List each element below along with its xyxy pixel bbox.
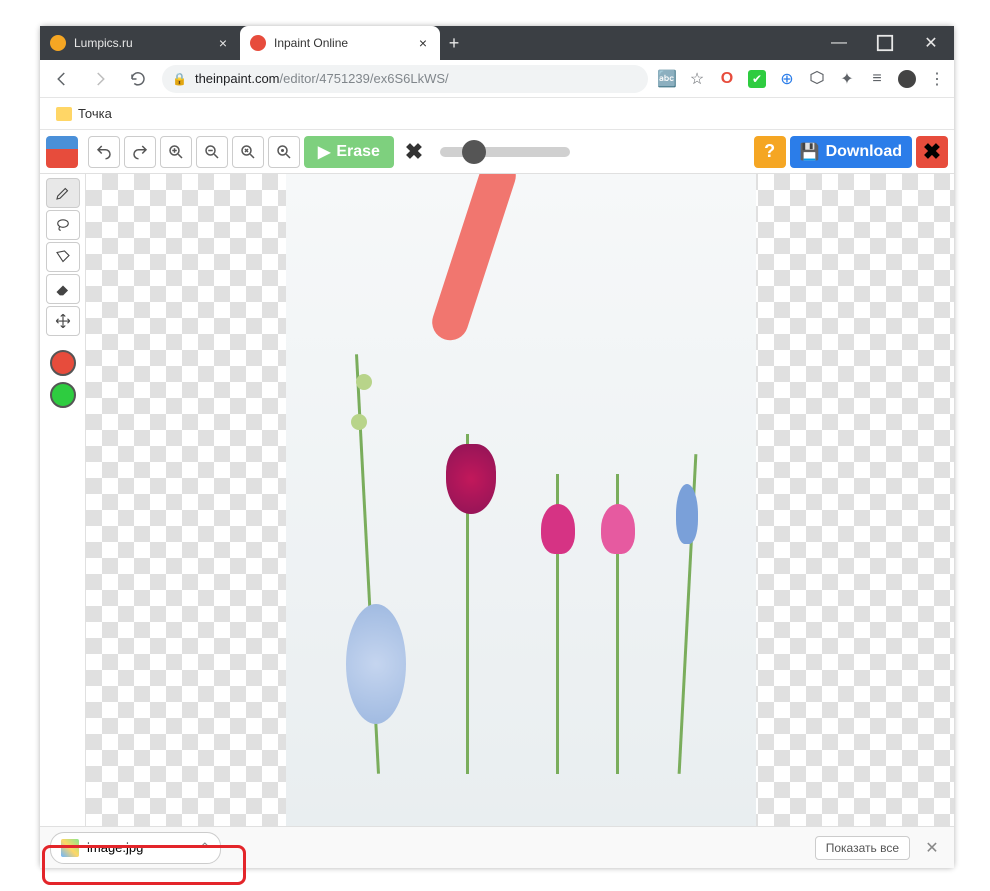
reload-button[interactable]: [124, 65, 152, 93]
bookmark-item[interactable]: Точка: [50, 102, 118, 125]
bookmark-label: Точка: [78, 106, 112, 121]
window-controls: — ✕: [816, 26, 954, 60]
favicon-icon: [250, 35, 266, 51]
cancel-button[interactable]: ✖: [398, 136, 430, 168]
mask-stroke: [428, 174, 521, 345]
marker-tool[interactable]: [46, 178, 80, 208]
undo-button[interactable]: [88, 136, 120, 168]
avatar-icon[interactable]: [898, 70, 916, 88]
forward-button[interactable]: [86, 65, 114, 93]
url-text: theinpaint.com/editor/4751239/ex6S6LkWS/: [195, 71, 449, 86]
polygon-tool[interactable]: [46, 242, 80, 272]
tab-title: Inpaint Online: [274, 36, 408, 50]
download-label: Download: [826, 143, 902, 161]
new-tab-button[interactable]: +: [440, 26, 468, 60]
puzzle-icon[interactable]: ✦: [838, 70, 856, 88]
back-button[interactable]: [48, 65, 76, 93]
app-toolbar: ▶ Erase ✖ ? 💾 Download ✖: [40, 130, 954, 174]
zoom-actual-button[interactable]: [268, 136, 300, 168]
browser-window: Lumpics.ru × Inpaint Online × + — ✕ 🔒 th…: [40, 26, 954, 868]
tab-title: Lumpics.ru: [74, 36, 208, 50]
tab-inpaint[interactable]: Inpaint Online ×: [240, 26, 440, 60]
lasso-tool[interactable]: [46, 210, 80, 240]
extension-area: 🔤 ☆ O ✔ ⊕ ✦ ≡ ⋮: [658, 70, 946, 88]
close-icon[interactable]: ×: [216, 36, 230, 50]
favicon-icon: [50, 35, 66, 51]
move-tool[interactable]: [46, 306, 80, 336]
folder-icon: [56, 107, 72, 121]
erase-button[interactable]: ▶ Erase: [304, 136, 394, 168]
close-icon[interactable]: ×: [416, 36, 430, 50]
close-window-button[interactable]: ✕: [908, 26, 954, 60]
menu-icon[interactable]: ⋮: [928, 70, 946, 88]
download-bar: image.jpg ⌃ Показать все ✕: [40, 826, 954, 868]
close-app-button[interactable]: ✖: [916, 136, 948, 168]
chevron-up-icon[interactable]: ⌃: [199, 840, 210, 856]
tab-strip: Lumpics.ru × Inpaint Online × +: [40, 26, 816, 60]
color-red[interactable]: [50, 350, 76, 376]
globe-icon[interactable]: ⊕: [778, 70, 796, 88]
zoom-out-button[interactable]: [196, 136, 228, 168]
star-icon[interactable]: ☆: [688, 70, 706, 88]
zoom-fit-button[interactable]: [232, 136, 264, 168]
download-filename: image.jpg: [87, 840, 143, 855]
titlebar: Lumpics.ru × Inpaint Online × + — ✕: [40, 26, 954, 60]
file-icon: [61, 839, 79, 857]
close-download-bar[interactable]: ✕: [920, 838, 944, 858]
bookmarks-bar: Точка: [40, 98, 954, 130]
opera-icon[interactable]: O: [718, 70, 736, 88]
show-all-downloads[interactable]: Показать все: [815, 836, 910, 860]
download-button[interactable]: 💾 Download: [790, 136, 912, 168]
brush-size-slider[interactable]: [440, 147, 570, 157]
address-bar[interactable]: 🔒 theinpaint.com/editor/4751239/ex6S6LkW…: [162, 65, 648, 93]
edited-image[interactable]: [286, 174, 756, 826]
list-icon[interactable]: ≡: [868, 70, 886, 88]
workspace[interactable]: [86, 174, 954, 826]
cube-icon[interactable]: [808, 70, 826, 88]
tool-sidebar: [40, 174, 86, 826]
save-icon: 💾: [800, 142, 820, 162]
canvas-area: [40, 174, 954, 826]
check-icon[interactable]: ✔: [748, 70, 766, 88]
color-green[interactable]: [50, 382, 76, 408]
eraser-tool[interactable]: [46, 274, 80, 304]
redo-button[interactable]: [124, 136, 156, 168]
nav-bar: 🔒 theinpaint.com/editor/4751239/ex6S6LkW…: [40, 60, 954, 98]
translate-icon[interactable]: 🔤: [658, 70, 676, 88]
lock-icon: 🔒: [172, 72, 187, 86]
tab-lumpics[interactable]: Lumpics.ru ×: [40, 26, 240, 60]
erase-label: Erase: [336, 143, 380, 161]
zoom-in-button[interactable]: [160, 136, 192, 168]
download-item[interactable]: image.jpg ⌃: [50, 832, 221, 864]
app-logo-icon: [46, 136, 78, 168]
minimize-button[interactable]: —: [816, 26, 862, 60]
help-button[interactable]: ?: [754, 136, 786, 168]
maximize-button[interactable]: [862, 26, 908, 60]
play-icon: ▶: [318, 142, 330, 162]
